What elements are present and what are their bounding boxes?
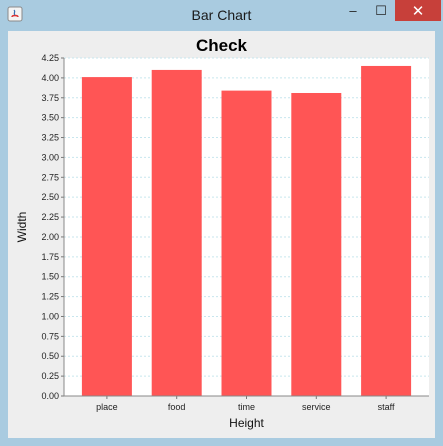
minimize-button[interactable]: – <box>339 0 367 21</box>
x-tick-label: service <box>302 402 331 412</box>
y-tick-label: 0.50 <box>41 351 59 361</box>
bar-food <box>151 69 202 396</box>
y-axis-label: Width <box>15 212 29 243</box>
y-tick-label: 1.00 <box>41 311 59 321</box>
y-tick-label: 3.50 <box>41 113 59 123</box>
y-tick-label: 1.75 <box>41 252 59 262</box>
x-axis-label: Height <box>229 416 264 430</box>
close-button[interactable]: ✕ <box>395 0 441 21</box>
bar-chart: 0.00 0.25 0.50 0.75 1.00 1.25 1.50 1.75 2.00 2.25… <box>15 53 429 430</box>
y-tick-label: 3.75 <box>41 93 59 103</box>
x-tick-label: food <box>168 402 186 412</box>
y-tick-label: 3.25 <box>41 133 59 143</box>
y-tick-label: 2.75 <box>41 172 59 182</box>
maximize-button[interactable]: ☐ <box>367 0 395 21</box>
bar-time <box>221 90 272 396</box>
minimize-icon: – <box>349 3 357 18</box>
y-tick-label: 0.75 <box>41 331 59 341</box>
y-tick-label: 0.00 <box>41 391 59 401</box>
y-tick-label: 2.00 <box>41 232 59 242</box>
y-tick-label: 1.25 <box>41 292 59 302</box>
y-tick-label: 2.50 <box>41 192 59 202</box>
title-bar[interactable]: Bar Chart – ☐ ✕ <box>0 0 443 31</box>
maximize-icon: ☐ <box>375 2 387 18</box>
x-tick-label: place <box>96 402 118 412</box>
close-icon: ✕ <box>411 2 425 20</box>
y-tick-label: 0.25 <box>41 371 59 381</box>
bar-place <box>81 77 132 396</box>
y-tick-label: 1.50 <box>41 272 59 282</box>
bar-service <box>291 92 342 396</box>
y-tick-label: 4.25 <box>41 53 59 63</box>
bar-staff <box>361 65 412 396</box>
y-tick-label: 4.00 <box>41 73 59 83</box>
application-window: Bar Chart – ☐ ✕ Check 0.00 0.25 0.50 0.75 1.… <box>0 0 443 446</box>
x-tick-label: staff <box>378 402 395 412</box>
chart-panel: Check 0.00 0.25 0.50 0.75 1.00 1.25 1.50 1.75 2.… <box>8 31 435 438</box>
x-tick-label: time <box>238 402 255 412</box>
y-tick-label: 2.25 <box>41 212 59 222</box>
y-tick-label: 3.00 <box>41 152 59 162</box>
